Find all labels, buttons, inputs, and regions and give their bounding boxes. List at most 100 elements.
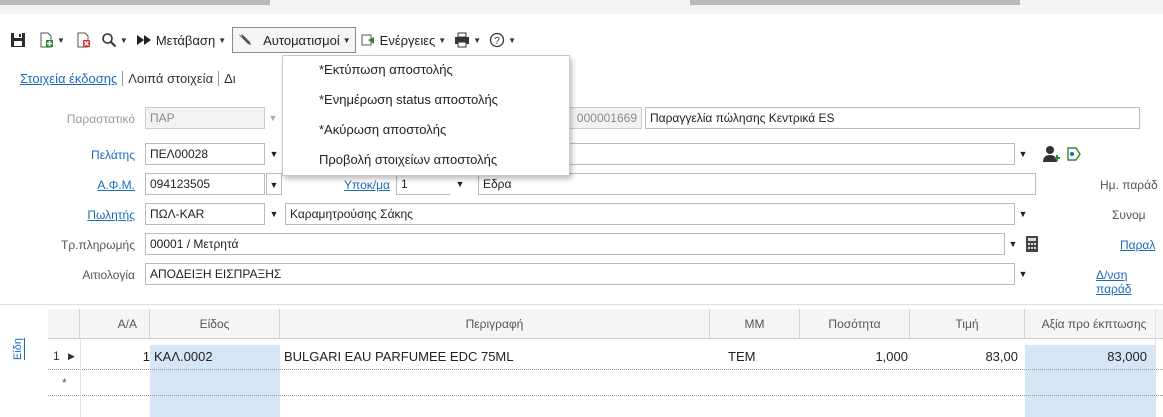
fast-forward-icon [136,35,151,45]
grid-col-line [1155,309,1156,417]
tab-other-details[interactable]: Λοιπά στοιχεία [123,70,220,86]
scroll-strip-right [690,0,1020,5]
cell-description[interactable]: BULGARI EAU PARFUMEE EDC 75ML [284,345,513,368]
actions-menu-button[interactable]: Ενέργειες ▼ [358,28,449,52]
add-contact-icon[interactable] [1042,144,1062,164]
customer-name-field[interactable] [568,143,1015,165]
form-tabs: Στοιχεία έκδοσης Λοιπά στοιχεία Δι [20,66,241,90]
new-row-marker: * [62,376,67,390]
cell-value[interactable]: 83,000 [1025,345,1147,368]
customer-label[interactable]: Πελάτης [40,148,135,162]
grid-top-divider [0,304,1163,305]
document-description-field[interactable]: Παραγγελία πώλησης Κεντρικά ES [645,107,1140,129]
payment-field[interactable]: 00001 / Μετρητά [145,233,1005,255]
menu-item-view-shipment-details[interactable]: Προβολή στοιχείων αποστολής [319,152,497,167]
branch-label[interactable]: Υποκ/μα [290,178,390,192]
svg-text:?: ? [494,36,500,47]
automation-label: Αυτοματισμοί [263,32,340,48]
menu-item-print-shipment[interactable]: *Εκτύπωση αποστολής [319,62,453,77]
chevron-down-icon[interactable]: ▼ [1015,263,1031,285]
window-top-strip [0,0,1163,14]
chevron-down-icon: ▼ [508,35,517,45]
toolbar: ▼ ▼ Μετάβαση ▼ Αυτοματισμοί ▼ Ενέργειες … [0,22,1163,58]
grid-header-corner [48,309,80,339]
branch-field[interactable]: 1 [396,173,450,195]
col-header-quantity[interactable]: Ποσότητα [800,309,910,339]
vat-label[interactable]: Α.Φ.Μ. [40,178,135,192]
receiver-label[interactable]: Παραλ [1080,238,1163,252]
save-icon [11,33,25,47]
col-header-unit[interactable]: ΜΜ [710,309,800,339]
printer-icon [455,32,470,48]
cell-aa[interactable]: 1 [80,345,150,368]
row-divider [48,369,1163,370]
tab-addresses[interactable]: Δι [219,71,241,86]
contact-tag-icon[interactable] [1064,144,1084,164]
vat-field[interactable]: 094123505 [145,173,265,195]
search-button[interactable]: ▼ [99,28,130,52]
delivery-date-label: Ημ. παράδ [1100,178,1158,192]
chevron-down-icon[interactable]: ▼ [266,143,282,165]
reason-field[interactable]: ΑΠΟΔΕΙΞΗ ΕΙΣΠΡΑΞΗΣ [145,263,1015,285]
menu-item-update-shipment-status[interactable]: *Ενημέρωση status αποστολής [319,92,498,107]
chevron-down-icon[interactable]: ▼ [266,173,282,195]
menu-item-cancel-shipment[interactable]: *Ακύρωση αποστολής [319,122,446,137]
row-divider [48,395,1163,396]
help-icon: ? [489,32,505,48]
customer-field[interactable]: ΠΕΛ00028 [145,143,265,165]
chevron-down-icon: ▼ [438,35,447,45]
goto-label: Μετάβαση [155,32,216,48]
chevron-down-icon: ▼ [119,35,128,45]
branch-name-field[interactable]: Εδρα [478,173,1036,195]
payment-label: Τρ.πληρωμής [60,238,135,252]
delete-document-button[interactable] [73,28,93,52]
seller-name-field[interactable]: Καραμητρούσης Σάκης [285,203,1015,225]
col-header-value[interactable]: Αξία προ έκπτωσης [1025,309,1163,339]
automation-dropdown-menu: *Εκτύπωση αποστολής *Ενημέρωση status απ… [282,55,570,176]
grid-col-line [80,339,81,417]
chevron-down-icon: ▼ [473,35,482,45]
seller-label[interactable]: Πωλητής [40,208,135,222]
help-button[interactable]: ? ▼ [487,28,518,52]
reason-label: Αιτιολογία [82,268,135,282]
items-side-tab[interactable]: Είδη [12,320,30,360]
cell-unit[interactable]: ΤΕΜ [728,345,755,368]
seller-field[interactable]: ΠΩΛ-KAR [145,203,265,225]
chevron-down-icon[interactable]: ▼ [266,203,282,225]
calculator-icon[interactable] [1025,236,1039,252]
chevron-down-icon: ▼ [57,35,65,45]
chevron-down-icon[interactable]: ▼ [1005,233,1021,255]
chevron-down-icon[interactable]: ▼ [1015,203,1031,225]
actions-label: Ενέργειες [379,32,436,48]
print-button[interactable]: ▼ [452,28,483,52]
row-number: 1 [53,349,60,363]
new-document-icon [40,32,53,48]
chevron-down-icon[interactable]: ▼ [1015,143,1031,165]
cell-quantity[interactable]: 1,000 [800,345,908,368]
col-header-aa[interactable]: Α/Α [80,309,150,339]
actions-icon [361,34,374,46]
delete-document-icon [77,32,90,48]
chevron-down-icon[interactable]: ▼ [265,107,281,129]
goto-menu-button[interactable]: Μετάβαση ▼ [134,28,228,52]
cell-item[interactable]: ΚΑΛ.0002 [154,345,213,368]
new-row[interactable]: * [48,372,1163,394]
contract-label: Συνομ [1112,208,1146,222]
col-header-price[interactable]: Τιμή [910,309,1025,339]
cell-price[interactable]: 83,00 [910,345,1018,368]
new-document-button[interactable]: ▼ [36,28,67,52]
col-header-item[interactable]: Είδος [150,309,280,339]
document-number-field[interactable]: 000001669 [560,107,642,129]
scroll-strip-left [0,0,270,5]
automation-menu-button[interactable]: Αυτοματισμοί ▼ [232,27,356,53]
wrench-icon [239,33,252,45]
delivery-address-label[interactable]: Δ/νση παράδ [1080,268,1163,296]
document-type-field[interactable]: ΠΑΡ [145,107,265,129]
table-row[interactable]: 1 ▶ 1 ΚΑΛ.0002 BULGARI EAU PARFUMEE EDC … [48,345,1163,368]
chevron-down-icon: ▼ [218,35,227,45]
save-button[interactable] [8,28,28,52]
chevron-down-icon[interactable]: ▼ [452,173,468,195]
col-header-description[interactable]: Περιγραφή [280,309,710,339]
tab-issue-details[interactable]: Στοιχεία έκδοσης [20,70,124,86]
document-label: Παραστατικό [66,112,135,126]
